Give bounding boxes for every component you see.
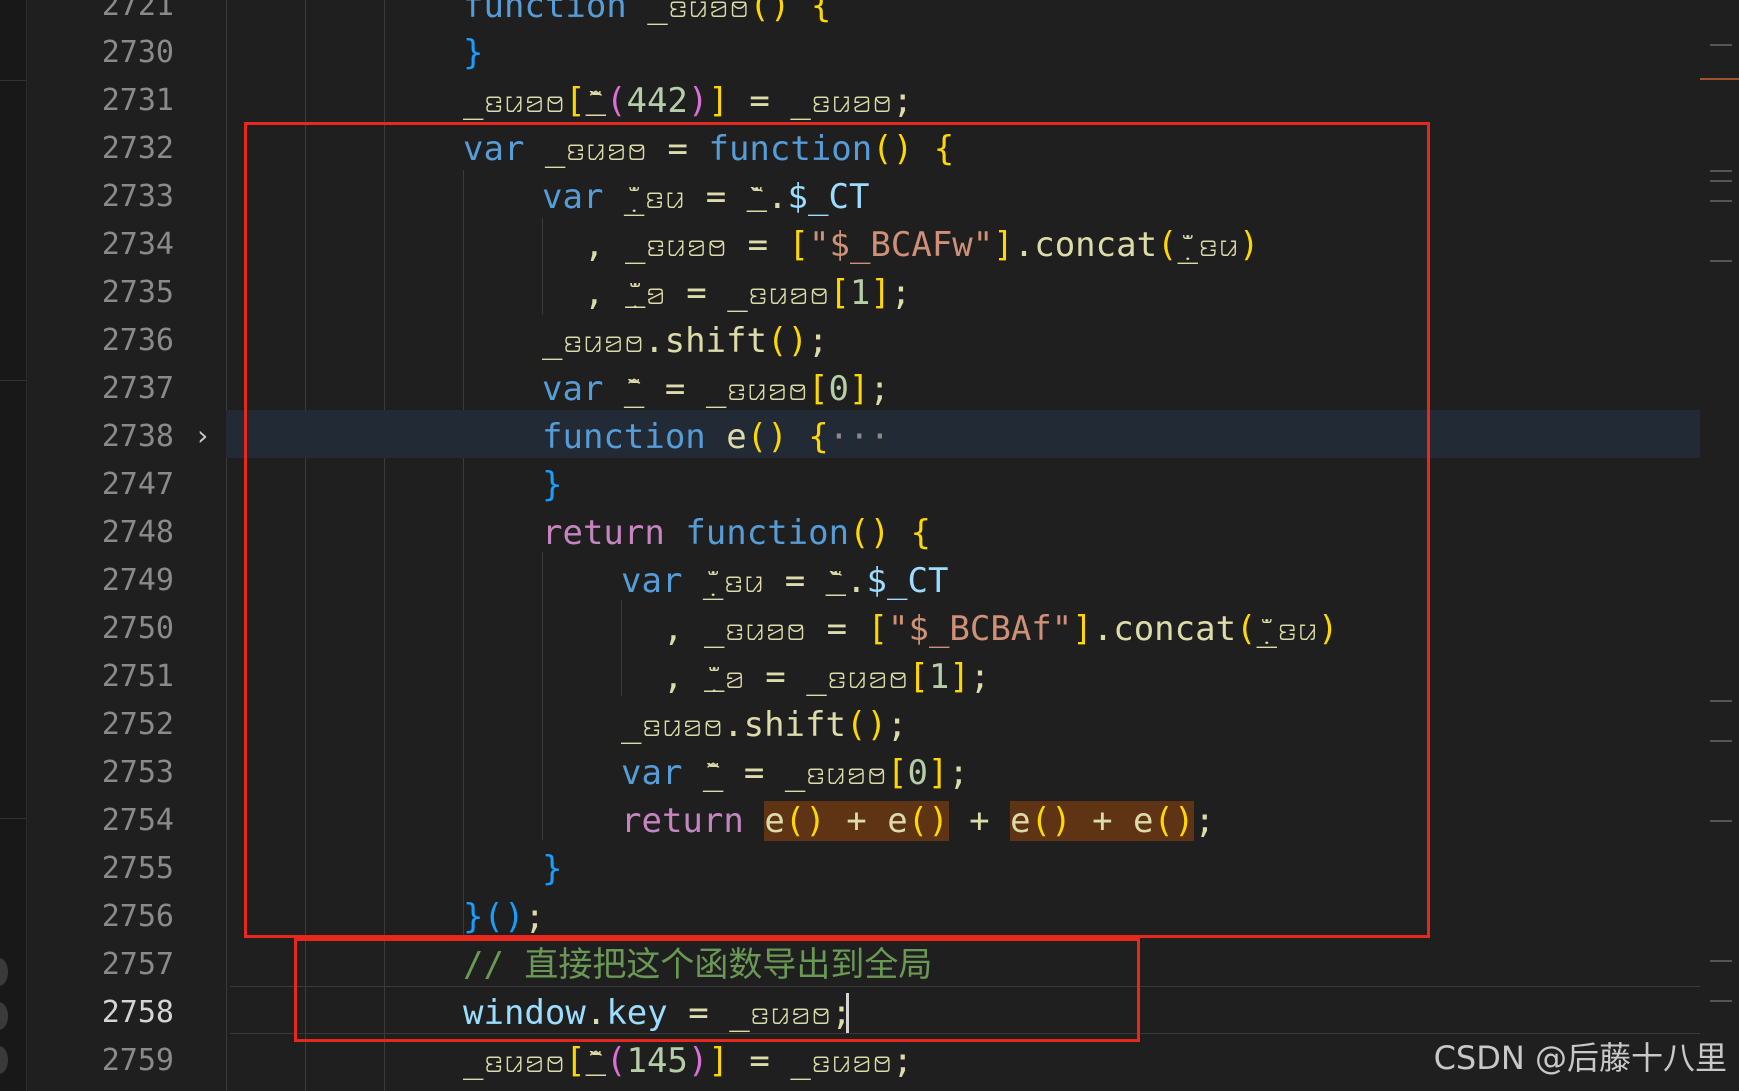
- minimap-mark: [1710, 170, 1732, 172]
- line-number[interactable]: 2732: [70, 125, 174, 173]
- line-number[interactable]: 2754: [70, 797, 174, 845]
- line-number[interactable]: 2733: [70, 173, 174, 221]
- watermark: CSDN @后藤十八里: [1433, 1039, 1727, 1077]
- line-number-active[interactable]: 2758: [70, 989, 174, 1037]
- code-line[interactable]: _ꤢꤣꤤꤥ[_ꤦꤧꤨꤩ(442)] = _ꤢꤣꤤꤥ;: [463, 77, 913, 125]
- line-number[interactable]: 2731: [70, 77, 174, 125]
- minimap-mark: [1710, 44, 1732, 46]
- fold-chevron-right-icon[interactable]: ›: [194, 422, 220, 450]
- minimap-mark: [1710, 820, 1732, 822]
- line-number[interactable]: 2751: [70, 653, 174, 701]
- line-number[interactable]: 2736: [70, 317, 174, 365]
- line-number[interactable]: 2755: [70, 845, 174, 893]
- code-line[interactable]: function _ꤢꤣꤤꤥ() {: [463, 0, 831, 30]
- annotation-box-function: [244, 122, 1430, 938]
- code-editor[interactable]: 2721 2730 2731 2732 2733 2734 2735 2736 …: [0, 0, 1739, 1091]
- line-number[interactable]: 2730: [70, 29, 174, 77]
- line-number[interactable]: 2756: [70, 893, 174, 941]
- line-number[interactable]: 2753: [70, 749, 174, 797]
- line-number[interactable]: 2721: [70, 0, 174, 30]
- strip-divider: [0, 380, 26, 381]
- minimap-find-marker: [1700, 78, 1739, 80]
- line-number[interactable]: 2738: [70, 413, 174, 461]
- minimap-mark: [1710, 200, 1732, 202]
- strip-divider: [0, 80, 26, 81]
- line-number[interactable]: 2759: [70, 1037, 174, 1085]
- minimap-mark: [1710, 740, 1732, 742]
- minimap-mark: [1710, 960, 1732, 962]
- code-line[interactable]: _ꤢꤣꤤꤥ[_ꤦꤧꤨꤩ(145)] = _ꤢꤣꤤꤥ;: [463, 1037, 913, 1085]
- line-number[interactable]: 2737: [70, 365, 174, 413]
- code-line[interactable]: }: [463, 29, 483, 77]
- minimap-mark: [1710, 180, 1732, 182]
- line-number[interactable]: 2750: [70, 605, 174, 653]
- minimap-mark: [1710, 1000, 1732, 1002]
- minimap-mark: [1710, 260, 1732, 262]
- line-number[interactable]: 2735: [70, 269, 174, 317]
- minimap-mark: [1710, 700, 1732, 702]
- line-number[interactable]: 2748: [70, 509, 174, 557]
- strip-divider: [0, 818, 26, 819]
- line-number[interactable]: 2757: [70, 941, 174, 989]
- annotation-box-export: [294, 938, 1140, 1042]
- line-number[interactable]: 2747: [70, 461, 174, 509]
- line-number[interactable]: 2734: [70, 221, 174, 269]
- indent-guide: [226, 0, 227, 1091]
- line-number[interactable]: 2752: [70, 701, 174, 749]
- activity-strip: [0, 0, 27, 1091]
- line-number[interactable]: 2749: [70, 557, 174, 605]
- minimap[interactable]: [1700, 0, 1739, 1091]
